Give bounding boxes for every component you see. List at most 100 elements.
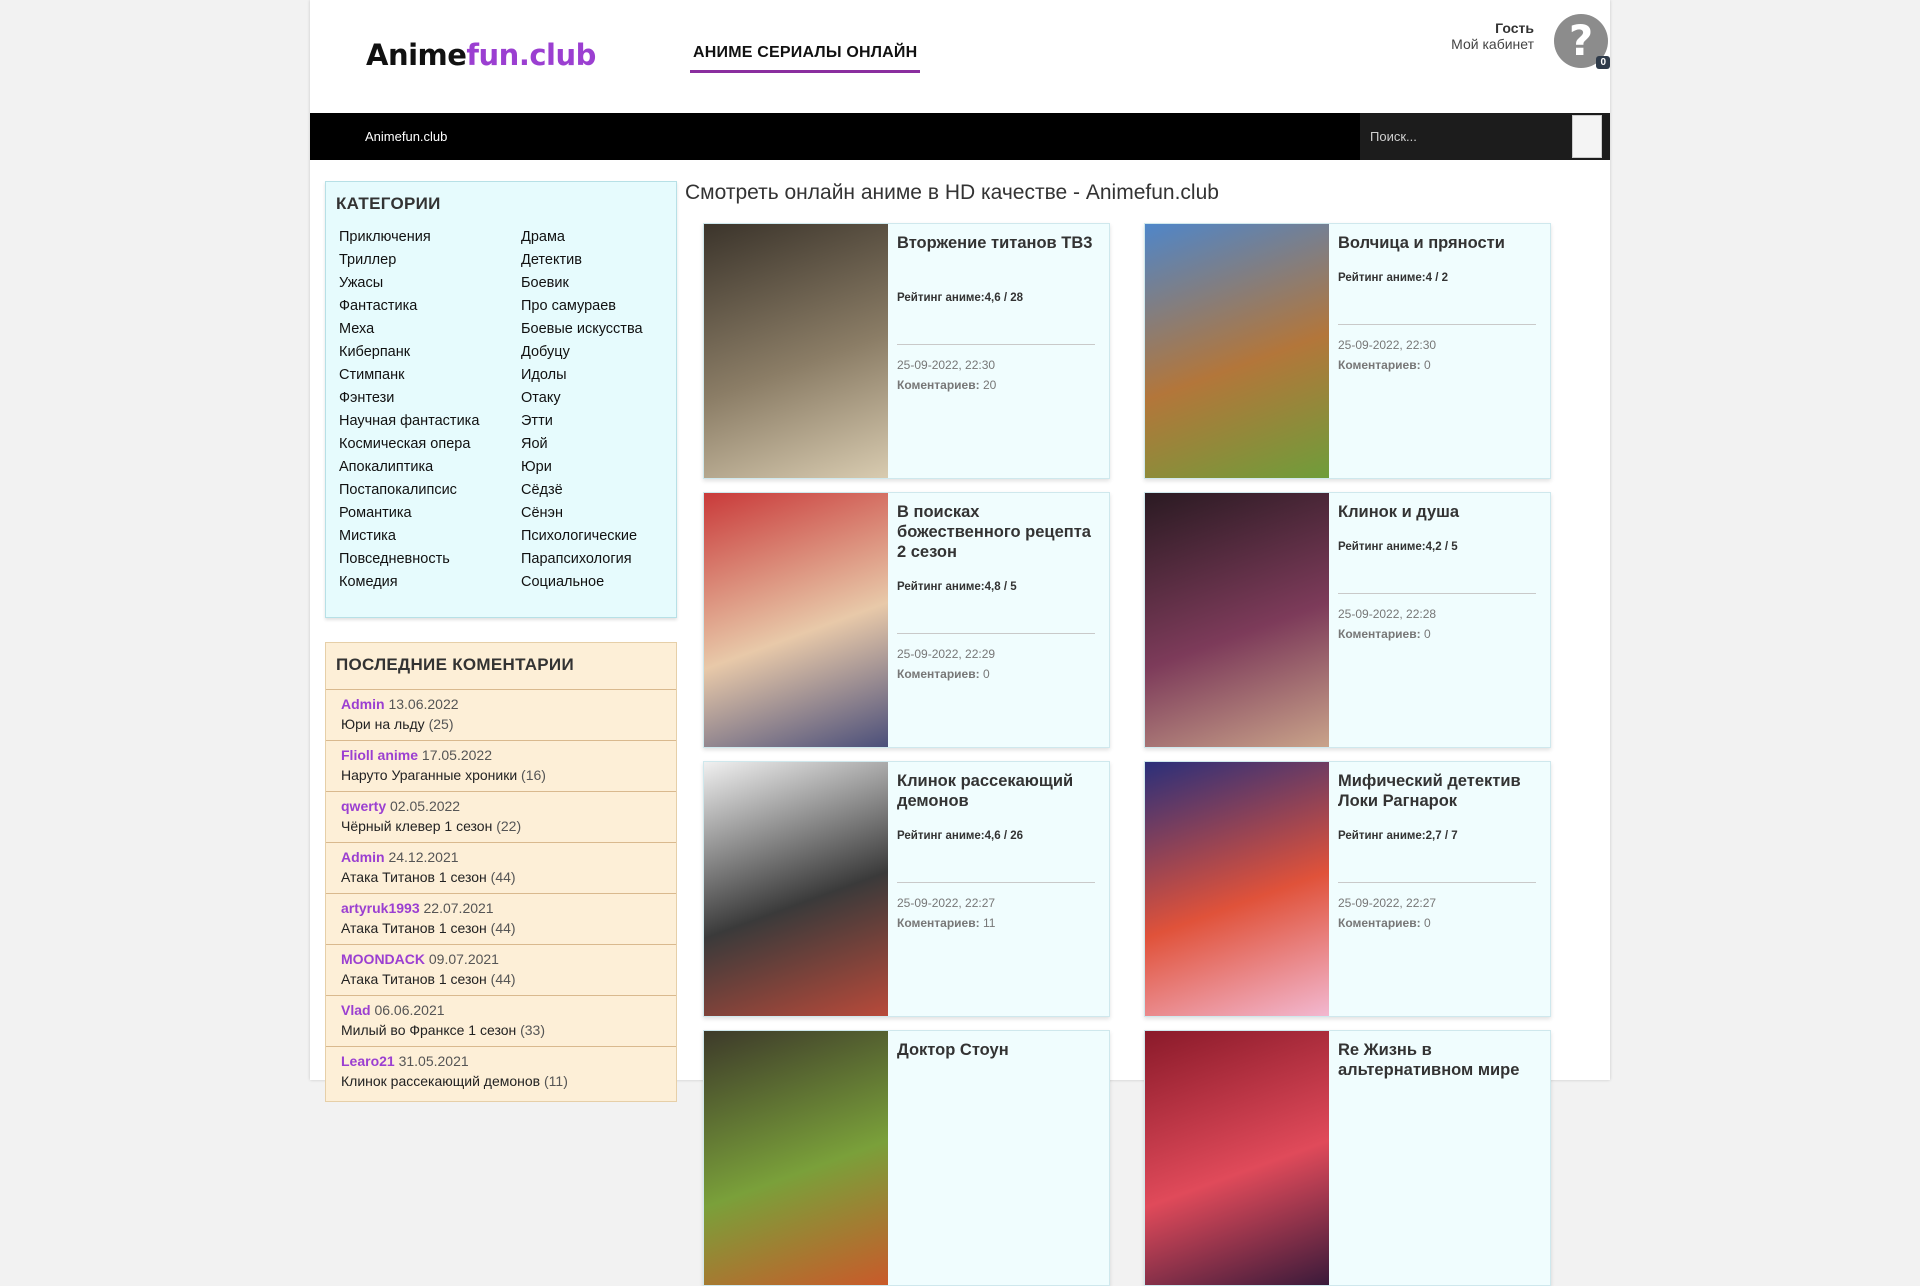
- comment-date: 31.05.2021: [398, 1053, 469, 1069]
- site-header: Animefun.club АНИМЕ СЕРИАЛЫ ОНЛАЙН Гость…: [310, 0, 1610, 113]
- category-link[interactable]: Романтика: [339, 502, 479, 525]
- page-title: Смотреть онлайн аниме в HD качестве - An…: [685, 181, 1219, 204]
- category-link[interactable]: Комедия: [339, 571, 479, 594]
- comment-author[interactable]: Flioll anime: [341, 747, 418, 763]
- comment-author[interactable]: Learo21: [341, 1053, 395, 1069]
- comment-date: 22.07.2021: [423, 900, 494, 916]
- anime-title[interactable]: Вторжение титанов ТВ3: [897, 233, 1102, 253]
- anime-card[interactable]: Клинок и душа Рейтинг аниме:4,2 / 5 25-09-…: [1144, 492, 1551, 748]
- anime-poster[interactable]: [1145, 762, 1329, 1016]
- category-link[interactable]: Парапсихология: [521, 548, 643, 571]
- search-input[interactable]: [1362, 113, 1572, 160]
- anime-poster[interactable]: [1145, 1031, 1329, 1285]
- category-link[interactable]: Боевые искусства: [521, 318, 643, 341]
- anime-card[interactable]: Re Жизнь в альтернативном мире: [1144, 1030, 1551, 1286]
- anime-poster[interactable]: [1145, 224, 1329, 478]
- anime-title[interactable]: Re Жизнь в альтернативном мире: [1338, 1040, 1543, 1080]
- card-divider: [897, 633, 1095, 634]
- comment-item: artyruk1993 22.07.2021 Атака Титанов 1 се…: [326, 893, 676, 944]
- comment-anime-link[interactable]: Клинок рассекающий демонов: [341, 1073, 540, 1089]
- site-logo[interactable]: Animefun.club: [366, 38, 596, 72]
- category-link[interactable]: Детектив: [521, 249, 643, 272]
- comment-author[interactable]: qwerty: [341, 798, 386, 814]
- category-link[interactable]: Яой: [521, 433, 643, 456]
- rating-label: Рейтинг аниме:: [1338, 541, 1426, 553]
- card-divider: [1338, 324, 1536, 325]
- category-link[interactable]: Стимпанк: [339, 364, 479, 387]
- anime-card[interactable]: Вторжение титанов ТВ3 Рейтинг аниме:4,6 /…: [703, 223, 1110, 479]
- anime-poster[interactable]: [704, 493, 888, 747]
- comment-anime-link[interactable]: Атака Титанов 1 сезон: [341, 971, 487, 987]
- category-link[interactable]: Киберпанк: [339, 341, 479, 364]
- anime-date: 25-09-2022, 22:30: [1338, 338, 1437, 352]
- anime-poster[interactable]: [1145, 493, 1329, 747]
- anime-rating: Рейтинг аниме:4,6 / 26: [897, 830, 1023, 842]
- category-link[interactable]: Отаку: [521, 387, 643, 410]
- category-link[interactable]: Ужасы: [339, 272, 479, 295]
- category-link[interactable]: Постапокалипсис: [339, 479, 479, 502]
- comments-value: 20: [982, 378, 997, 392]
- comment-author[interactable]: Admin: [341, 696, 385, 712]
- category-link[interactable]: Фэнтези: [339, 387, 479, 410]
- comment-author[interactable]: Admin: [341, 849, 385, 865]
- anime-rating: Рейтинг аниме:2,7 / 7: [1338, 830, 1458, 842]
- category-link[interactable]: Мистика: [339, 525, 479, 548]
- category-link[interactable]: Социальное: [521, 571, 643, 594]
- category-link[interactable]: Сёдзё: [521, 479, 643, 502]
- category-link[interactable]: Меха: [339, 318, 479, 341]
- category-link[interactable]: Научная фантастика: [339, 410, 479, 433]
- comment-anime-link[interactable]: Атака Титанов 1 сезон: [341, 920, 487, 936]
- anime-card[interactable]: В поисках божественного рецепта 2 сезон Р…: [703, 492, 1110, 748]
- card-divider: [1338, 593, 1536, 594]
- anime-rating: Рейтинг аниме:4,8 / 5: [897, 581, 1017, 593]
- category-link[interactable]: Юри: [521, 456, 643, 479]
- anime-title[interactable]: Клинок и душа: [1338, 502, 1543, 522]
- anime-card[interactable]: Волчица и пряности Рейтинг аниме:4 / 2 25-…: [1144, 223, 1551, 479]
- category-link[interactable]: Драма: [521, 226, 643, 249]
- category-link[interactable]: Апокалиптика: [339, 456, 479, 479]
- category-link[interactable]: Повседневность: [339, 548, 479, 571]
- anime-poster[interactable]: [704, 224, 888, 478]
- comment-anime-link[interactable]: Чёрный клевер 1 сезон: [341, 818, 492, 834]
- anime-title[interactable]: Клинок рассекающий демонов: [897, 771, 1102, 811]
- comments-value: 11: [982, 916, 996, 930]
- category-link[interactable]: Сёнэн: [521, 502, 643, 525]
- rating-value: 4,6 / 28: [984, 292, 1024, 304]
- comment-anime-link[interactable]: Юри на льду: [341, 716, 425, 732]
- anime-card[interactable]: Доктор Стоун: [703, 1030, 1110, 1286]
- comment-anime-link[interactable]: Атака Титанов 1 сезон: [341, 869, 487, 885]
- category-link[interactable]: Боевик: [521, 272, 643, 295]
- anime-card[interactable]: Клинок рассекающий демонов Рейтинг аниме:…: [703, 761, 1110, 1017]
- comment-anime-link[interactable]: Милый во Франксе 1 сезон: [341, 1022, 516, 1038]
- comment-anime-link[interactable]: Наруто Ураганные хроники: [341, 767, 517, 783]
- category-link[interactable]: Этти: [521, 410, 643, 433]
- anime-date: 25-09-2022, 22:28: [1338, 607, 1437, 621]
- anime-poster[interactable]: [704, 1031, 888, 1285]
- category-link[interactable]: Фантастика: [339, 295, 479, 318]
- category-link[interactable]: Добуцу: [521, 341, 643, 364]
- category-link[interactable]: Психологические: [521, 525, 643, 548]
- anime-card[interactable]: Мифический детектив Локи Рагнарок Рейтинг…: [1144, 761, 1551, 1017]
- comment-author[interactable]: Vlad: [341, 1002, 371, 1018]
- category-link[interactable]: Про самураев: [521, 295, 643, 318]
- comment-author[interactable]: MOONDACK: [341, 951, 425, 967]
- anime-date: 25-09-2022, 22:27: [1338, 896, 1437, 910]
- anime-title[interactable]: В поисках божественного рецепта 2 сезон: [897, 502, 1102, 562]
- home-link[interactable]: Animefun.club: [365, 129, 447, 144]
- anime-title[interactable]: Мифический детектив Локи Рагнарок: [1338, 771, 1543, 811]
- search-button[interactable]: [1572, 115, 1602, 158]
- nav-anime-series[interactable]: АНИМЕ СЕРИАЛЫ ОНЛАЙН: [690, 44, 921, 73]
- anime-title[interactable]: Волчица и пряности: [1338, 233, 1543, 253]
- anime-rating: Рейтинг аниме:4,2 / 5: [1338, 541, 1458, 553]
- my-cabinet-link[interactable]: Мой кабинет: [1451, 36, 1534, 52]
- category-link[interactable]: Триллер: [339, 249, 479, 272]
- comment-count: (25): [428, 716, 454, 732]
- category-link[interactable]: Идолы: [521, 364, 643, 387]
- anime-title[interactable]: Доктор Стоун: [897, 1040, 1102, 1060]
- category-link[interactable]: Космическая опера: [339, 433, 479, 456]
- rating-value: 4,8 / 5: [984, 581, 1017, 593]
- logo-part-fun-club: fun.club: [466, 38, 596, 72]
- category-link[interactable]: Приключения: [339, 226, 479, 249]
- anime-poster[interactable]: [704, 762, 888, 1016]
- comment-author[interactable]: artyruk1993: [341, 900, 420, 916]
